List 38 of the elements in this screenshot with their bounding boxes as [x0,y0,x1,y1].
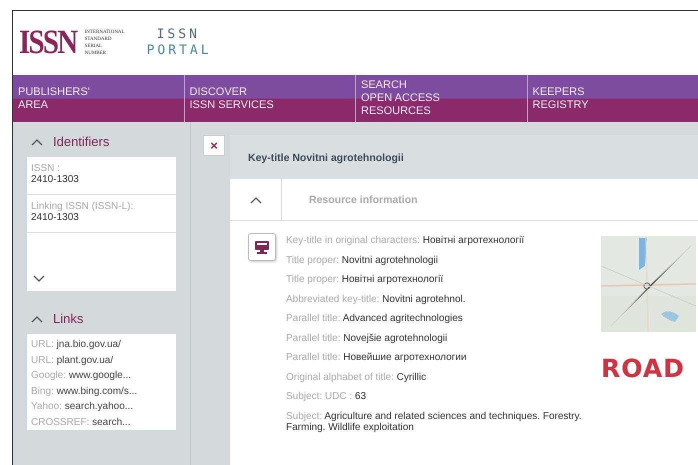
info-row-text: Key-title in original characters: Новітні агротехнології [286,234,526,248]
info-row-text: Abbreviated key-title: Novitni agrotehnol. [286,292,467,306]
field-value: 2410-1303 [31,174,80,185]
chevron-up-icon[interactable] [31,138,43,146]
section-title[interactable]: Links [53,311,84,326]
record-title: Key-title Novitni agrotehnologii [230,135,698,179]
road-logo: ROAD [601,354,686,383]
info-row-text: Parallel title: Advanced agritechnologies [286,312,464,326]
close-button[interactable]: × [203,135,225,156]
field-label: ISSN : [31,163,61,174]
link-row[interactable]: URL: jna.bio.gov.ua/ [31,337,172,352]
portal-logo-text: PORTAL [146,43,212,59]
info-row-text: Subject: UDC : 63 [286,390,368,404]
link-row[interactable]: Bing: www.bing.com/s... [31,384,172,399]
link-row[interactable]: Google: www.google... [31,368,172,384]
info-row-text: Subject: Agriculture and related sciences and techniques. Forestry. Farming. Wildlife exploitation [286,410,583,435]
field-value: 2410-1303 [31,212,80,223]
info-row-text: Original alphabet of title: Cyrillic [286,370,428,384]
nav-item[interactable]: DISCOVER ISSN SERVICES [184,75,356,122]
nav-item[interactable]: PUBLISHERS' AREA [13,75,184,122]
field-label: Linking ISSN (ISSN-L): [31,201,134,212]
link-row[interactable]: CROSSREF: search... [31,414,172,430]
portal-logo-text: ISSN [156,27,201,43]
link-row[interactable]: Yahoo: search.yahoo... [31,399,172,414]
info-row-text: Title proper: Новітні агротехнології [286,273,444,287]
monitor-icon [248,233,276,261]
info-row-text: Parallel title: Новейшие агротехнологии [286,351,468,365]
issn-logo: ISSN [19,24,76,62]
chevron-up-icon[interactable] [250,196,262,204]
nav-item[interactable]: KEEPERS REGISTRY [528,75,698,122]
section-title[interactable]: Identifiers [53,134,110,149]
expand-icon[interactable] [33,275,45,283]
nav-item[interactable]: SEARCH OPEN ACCESS RESOURCES [356,75,528,122]
info-row-text: Title proper: Novitni agrotehnologii [286,254,439,268]
info-row-text: Parallel title: Novejšie agrotehnologii [286,332,448,346]
chevron-up-icon[interactable] [31,314,43,322]
link-row[interactable]: URL: plant.gov.ua/ [31,352,172,368]
section-title: Resource information [308,192,418,208]
